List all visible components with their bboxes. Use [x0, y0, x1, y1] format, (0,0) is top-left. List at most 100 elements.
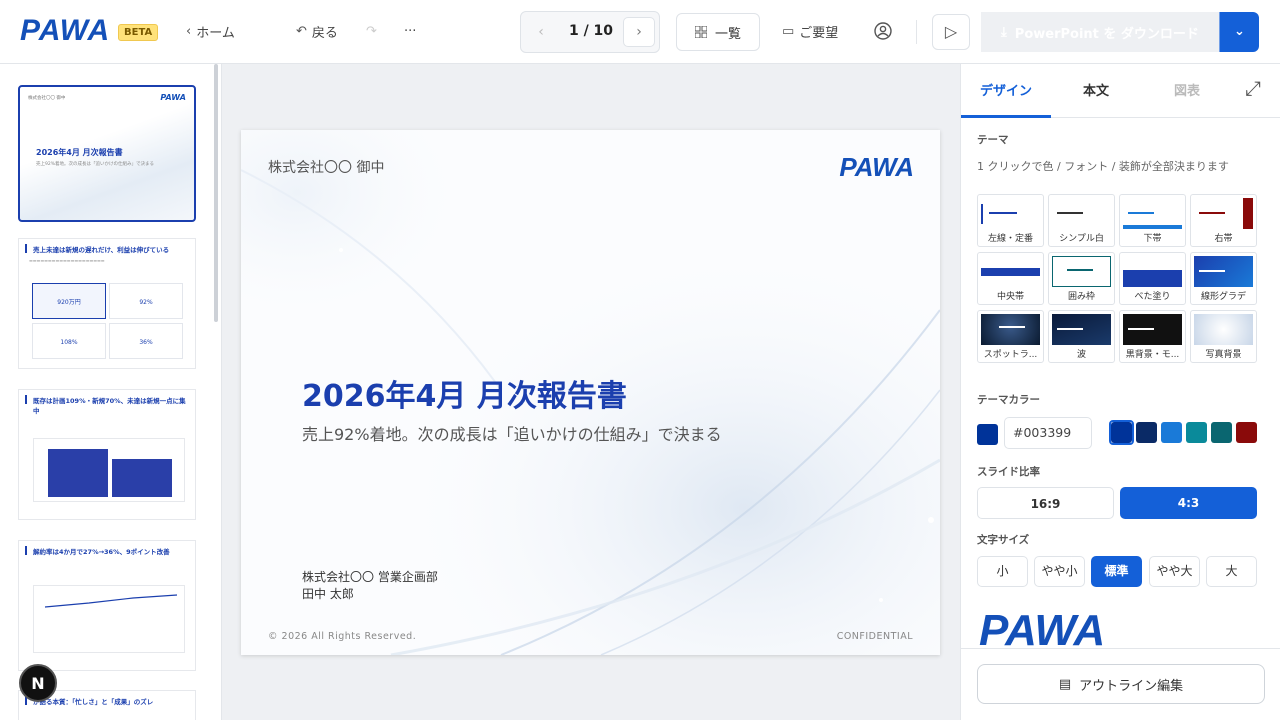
color-swatch[interactable]: [1236, 422, 1257, 443]
present-button[interactable]: ▷: [932, 14, 970, 50]
theme-label: 波: [1076, 350, 1086, 360]
undo-icon: ↶: [296, 23, 307, 39]
ratio-4-3-button[interactable]: 4:3: [1120, 487, 1257, 519]
active-tab-indicator: [961, 115, 1051, 118]
download-button[interactable]: ⤓ PowerPoint を ダウンロード ⌄: [981, 12, 1259, 52]
top-bar: PAWA BETA ‹ ホーム ↶ 戻る ↷ ··· ‹ 1 / 10 › 一覧 ▭…: [0, 0, 1280, 64]
thumb3-chart: [33, 438, 185, 502]
outline-edit-button[interactable]: ▤ アウトライン編集: [977, 664, 1265, 704]
slide-client[interactable]: 株式会社〇〇 御中: [268, 157, 384, 177]
color-swatch[interactable]: [1161, 422, 1182, 443]
request-button[interactable]: ▭ ご要望: [782, 20, 838, 42]
thumbnail-slide-3[interactable]: 既存は計画109%・新規70%、未達は新規一点に集中: [18, 389, 196, 520]
n-badge[interactable]: N: [19, 664, 57, 702]
tab-design[interactable]: デザイン: [980, 80, 1032, 99]
theme-option[interactable]: 左線・定番: [977, 194, 1044, 247]
tab-chart[interactable]: 図表: [1174, 80, 1200, 99]
thumbnail-slide-4[interactable]: 解約率は4か月で27%→36%、9ポイント改善: [18, 540, 196, 671]
thumb4-title: 解約率は4か月で27%→36%、9ポイント改善: [19, 541, 195, 558]
slide-subtitle[interactable]: 売上92%着地。次の成長は「追いかけの仕組み」で決まる: [302, 421, 722, 445]
theme-preview: [1052, 314, 1111, 345]
page-indicator: 1 / 10: [568, 23, 614, 39]
thumb2-kpi: 920万円: [32, 283, 106, 319]
theme-option[interactable]: べた塗り: [1119, 252, 1186, 305]
thumbnail-slide-1[interactable]: 株式会社〇〇 御中 PAWA 2026年4月 月次報告書 売上92%着地。次の成…: [18, 85, 196, 222]
prev-page-button[interactable]: ‹: [525, 17, 557, 47]
thumb2-kpi: 108%: [32, 323, 106, 359]
slide-confidential[interactable]: CONFIDENTIAL: [837, 631, 913, 642]
color-swatch[interactable]: [1136, 422, 1157, 443]
slide-author[interactable]: 田中 太郎: [302, 585, 354, 602]
thumb2-kpi: 36%: [109, 323, 183, 359]
theme-option[interactable]: 中央帯: [977, 252, 1044, 305]
more-button[interactable]: ···: [404, 20, 416, 42]
slide-organization[interactable]: 株式会社〇〇 営業企画部: [302, 568, 438, 585]
logo-preview: PAWA: [977, 606, 1265, 648]
undo-label: 戻る: [311, 25, 338, 41]
theme-preview: [1123, 256, 1182, 287]
theme-option[interactable]: 囲み枠: [1048, 252, 1115, 305]
redo-icon: ↷: [366, 23, 377, 39]
logo-preview-text: PAWA: [979, 606, 1106, 648]
outline-icon: ▤: [1058, 676, 1072, 692]
account-button[interactable]: [874, 20, 892, 42]
theme-label: スポットラ...: [983, 350, 1038, 360]
more-icon: ···: [404, 23, 417, 39]
font-size-small[interactable]: 小: [977, 556, 1028, 587]
theme-option[interactable]: 波: [1048, 310, 1115, 363]
font-size-title: 文字サイズ: [977, 534, 1030, 546]
tab-body[interactable]: 本文: [1083, 80, 1109, 99]
theme-preview: [1052, 256, 1111, 287]
color-swatch[interactable]: [1111, 422, 1132, 443]
list-view-button[interactable]: 一覧: [676, 13, 760, 51]
theme-label: 左線・定番: [987, 234, 1033, 244]
theme-label: 黒背景・モ...: [1125, 350, 1180, 360]
color-hex-input[interactable]: #003399: [1004, 417, 1092, 449]
thumb4-chart: [33, 585, 185, 653]
theme-preview: [1194, 314, 1253, 345]
redo-button[interactable]: ↷: [366, 20, 377, 42]
font-size-smaller[interactable]: やや小: [1034, 556, 1085, 587]
thumb1-title: 2026年4月 月次報告書: [36, 148, 123, 157]
download-main[interactable]: ⤓ PowerPoint を ダウンロード: [981, 12, 1219, 52]
thumbnail-scrollbar[interactable]: [214, 64, 218, 322]
slide-thumbnail-panel: 株式会社〇〇 御中 PAWA 2026年4月 月次報告書 売上92%着地。次の成…: [0, 64, 222, 720]
theme-description: 1 クリックで色 / フォント / 装飾が全部決まります: [977, 160, 1229, 173]
expand-icon[interactable]: ⤢: [1245, 76, 1261, 100]
undo-button[interactable]: ↶ 戻る: [296, 20, 338, 42]
theme-option[interactable]: 写真背景: [1190, 310, 1257, 363]
thumb1-logo: PAWA: [160, 93, 186, 102]
ratio-16-9-button[interactable]: 16:9: [977, 487, 1114, 519]
next-page-button[interactable]: ›: [623, 17, 655, 47]
app-logo[interactable]: PAWA: [20, 14, 110, 48]
home-link[interactable]: ‹ ホーム: [186, 20, 235, 42]
thumbnail-slide-2[interactable]: 売上未達は新規の遅れだけ、利益は伸びている ▬▬▬▬▬▬▬▬▬▬▬▬▬▬▬▬▬▬…: [18, 238, 196, 369]
download-icon: ⤓: [1001, 24, 1007, 40]
page-navigator: ‹ 1 / 10 ›: [520, 11, 660, 53]
theme-option[interactable]: 下帯: [1119, 194, 1186, 247]
theme-preview: [1123, 198, 1182, 229]
theme-option[interactable]: 黒背景・モ...: [1119, 310, 1186, 363]
panel-tabs: デザイン 本文 図表 ⤢: [961, 64, 1280, 118]
slide-copyright[interactable]: © 2026 All Rights Reserved.: [268, 631, 416, 642]
color-swatch[interactable]: [1211, 422, 1232, 443]
theme-option[interactable]: スポットラ...: [977, 310, 1044, 363]
slide-title[interactable]: 2026年4月 月次報告書: [302, 371, 627, 415]
font-size-large[interactable]: 大: [1206, 556, 1257, 587]
theme-section-title: テーマ: [977, 134, 1009, 146]
theme-option[interactable]: 右帯: [1190, 194, 1257, 247]
slide-canvas[interactable]: 株式会社〇〇 御中 PAWA 2026年4月 月次報告書 売上92%着地。次の成…: [241, 130, 940, 655]
thumb2-title: 売上未達は新規の遅れだけ、利益は伸びている: [19, 239, 195, 256]
theme-option[interactable]: シンプル白: [1048, 194, 1115, 247]
font-size-standard[interactable]: 標準: [1091, 556, 1142, 587]
theme-option[interactable]: 線形グラデ: [1190, 252, 1257, 305]
current-color-swatch[interactable]: [977, 424, 998, 445]
font-size-larger[interactable]: やや大: [1149, 556, 1200, 587]
theme-label: べた塗り: [1134, 292, 1171, 302]
theme-preview: [981, 314, 1040, 345]
theme-preview: [1052, 198, 1111, 229]
chevron-down-icon[interactable]: ⌄: [1219, 12, 1259, 52]
theme-label: 写真背景: [1205, 350, 1242, 360]
slide-logo[interactable]: PAWA: [839, 152, 914, 183]
color-swatch[interactable]: [1186, 422, 1207, 443]
